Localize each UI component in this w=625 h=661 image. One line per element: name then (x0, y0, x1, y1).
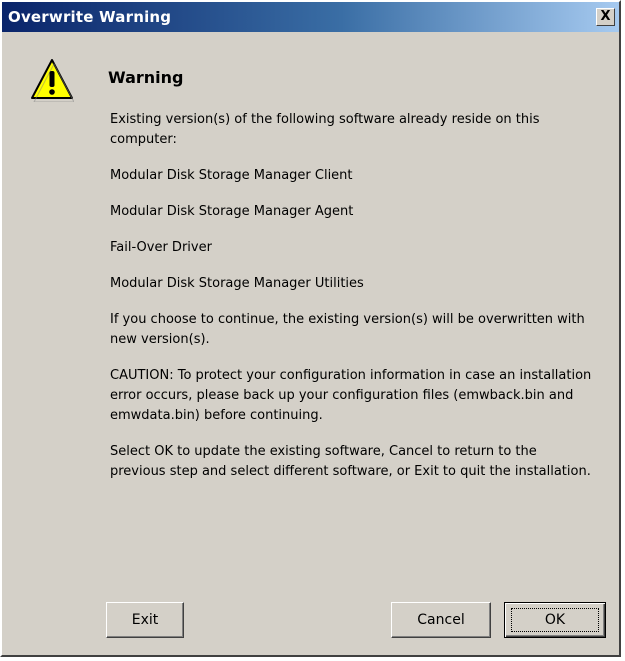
cancel-button[interactable]: Cancel (391, 602, 491, 638)
close-button[interactable]: X (596, 8, 615, 26)
software-item-agent: Modular Disk Storage Manager Agent (110, 204, 354, 219)
caution-notice: CAUTION: To protect your configuration i… (110, 368, 592, 423)
software-item-failover-driver: Fail-Over Driver (110, 240, 212, 255)
exit-button[interactable]: Exit (106, 602, 184, 638)
ok-button-label: OK (544, 612, 566, 628)
title-bar[interactable]: Overwrite Warning X (2, 2, 619, 32)
overwrite-warning-dialog: Overwrite Warning X Warning Existing ver… (0, 0, 621, 657)
software-item-client: Modular Disk Storage Manager Client (110, 168, 353, 183)
ok-button[interactable]: OK (504, 602, 606, 638)
message-body: Existing version(s) of the following sof… (110, 110, 596, 498)
software-item-utilities: Modular Disk Storage Manager Utilities (110, 276, 364, 291)
overwrite-notice: If you choose to continue, the existing … (110, 312, 585, 347)
warning-heading: Warning (108, 68, 184, 87)
warning-triangle-icon (31, 59, 74, 102)
window-title: Overwrite Warning (8, 8, 172, 26)
instructions-paragraph: Select OK to update the existing softwar… (110, 444, 591, 479)
intro-paragraph: Existing version(s) of the following sof… (110, 112, 540, 147)
